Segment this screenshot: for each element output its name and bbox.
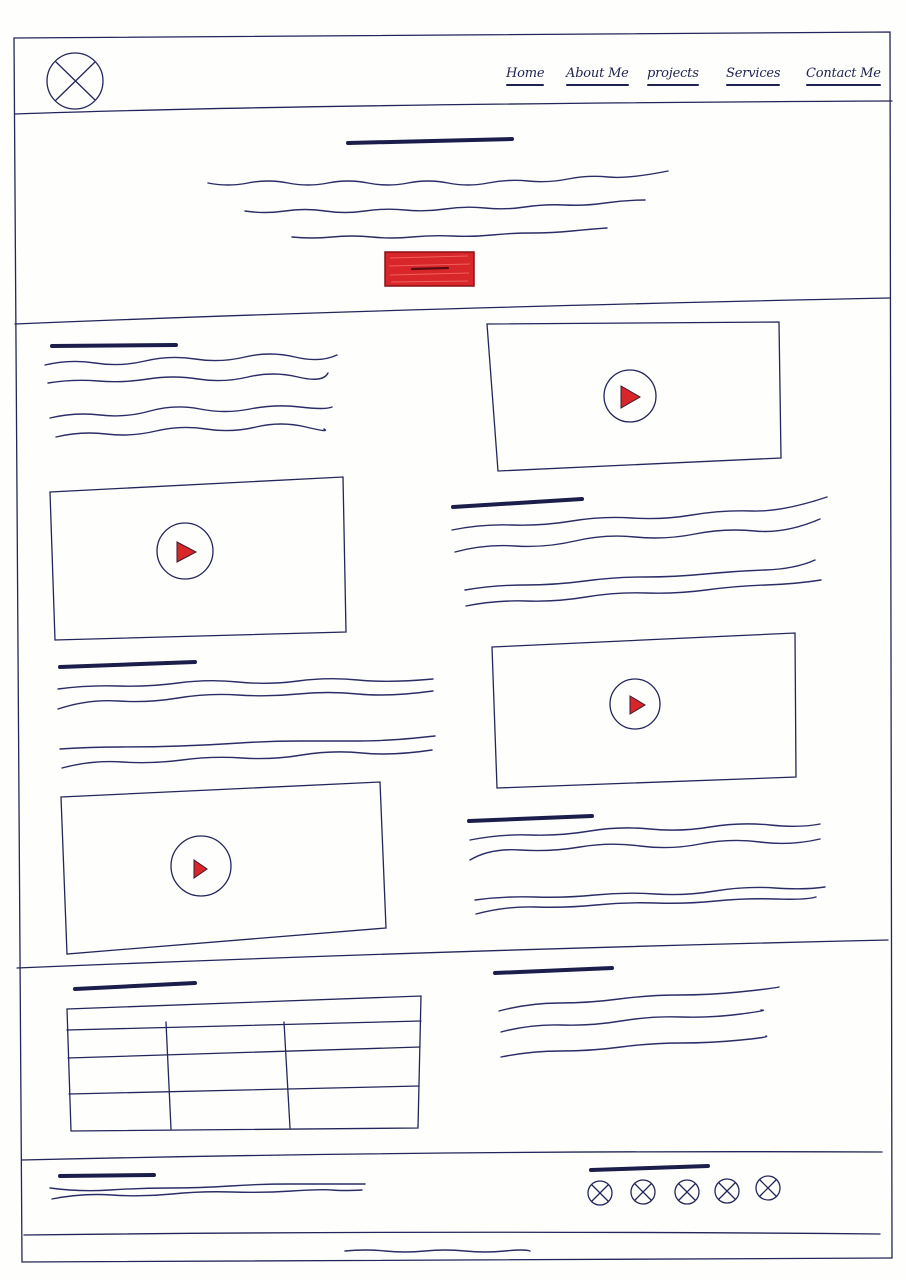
wireframe-page: .ln { stroke: #23265a; stroke-width: 1.3… bbox=[0, 0, 906, 1280]
feature-heading bbox=[58, 660, 197, 669]
logo-placeholder-icon[interactable] bbox=[46, 52, 104, 110]
nav-item-projects[interactable]: projects bbox=[647, 66, 699, 86]
social-placeholder-icon[interactable] bbox=[755, 1175, 781, 1201]
feature-text-line bbox=[49, 405, 333, 419]
footer-heading bbox=[58, 1173, 156, 1178]
social-heading bbox=[589, 1164, 710, 1172]
feature-heading bbox=[451, 497, 584, 509]
feature-text-line bbox=[469, 823, 821, 841]
hero-section bbox=[14, 137, 891, 325]
feature-text-line bbox=[57, 678, 434, 690]
table-block bbox=[66, 981, 422, 1132]
header-divider bbox=[14, 100, 893, 115]
feature-text-line bbox=[465, 579, 822, 607]
nav-item-home[interactable]: Home bbox=[506, 66, 545, 86]
main-nav: Home About Me projects Services Contact … bbox=[500, 62, 890, 92]
feature-text-line bbox=[61, 749, 433, 769]
hero-text-line bbox=[291, 227, 608, 239]
video-placeholder[interactable] bbox=[491, 632, 797, 789]
copyright-line bbox=[344, 1249, 531, 1253]
feature-block bbox=[44, 343, 338, 438]
text-line bbox=[498, 986, 780, 1012]
feature-text-line bbox=[454, 518, 821, 553]
social-placeholder-icon[interactable] bbox=[630, 1179, 656, 1205]
feature-text-line bbox=[474, 886, 826, 901]
footer bbox=[23, 1164, 881, 1253]
video-placeholder[interactable] bbox=[486, 321, 782, 472]
hero-cta-button[interactable] bbox=[384, 251, 475, 287]
text-heading bbox=[493, 966, 614, 975]
play-icon[interactable] bbox=[170, 835, 232, 897]
nav-item-about-me[interactable]: About Me bbox=[566, 66, 629, 86]
hero-divider bbox=[14, 297, 891, 325]
nav-item-services[interactable]: Services bbox=[726, 66, 781, 86]
social-placeholder-icon[interactable] bbox=[587, 1180, 613, 1206]
feature-text-line bbox=[55, 423, 327, 438]
feature-text-line bbox=[44, 353, 338, 366]
feature-text-line bbox=[475, 896, 817, 915]
video-placeholder[interactable] bbox=[49, 476, 347, 641]
text-line bbox=[500, 1009, 765, 1033]
hero-text-line bbox=[244, 199, 646, 214]
data-table[interactable] bbox=[66, 995, 422, 1132]
feature-heading bbox=[467, 814, 594, 823]
feature-block bbox=[451, 496, 828, 607]
hero-text-line bbox=[207, 170, 669, 186]
social-placeholder-icon[interactable] bbox=[674, 1179, 700, 1205]
play-icon[interactable] bbox=[603, 369, 657, 423]
feature-block bbox=[57, 660, 436, 769]
footer-divider bbox=[21, 1151, 883, 1161]
feature-block bbox=[467, 814, 826, 915]
text-line bbox=[500, 1035, 768, 1058]
hero-heading bbox=[346, 137, 514, 145]
social-placeholder-icon[interactable] bbox=[714, 1178, 740, 1204]
wireframe-sketch: .ln { stroke: #23265a; stroke-width: 1.3… bbox=[13, 31, 893, 1263]
play-icon[interactable] bbox=[609, 678, 661, 730]
feature-text-line bbox=[469, 838, 821, 861]
nav-item-contact-me[interactable]: Contact Me bbox=[806, 66, 881, 86]
table-heading bbox=[73, 981, 197, 991]
bottom-bar-divider bbox=[23, 1231, 881, 1236]
feature-heading bbox=[50, 343, 178, 348]
text-block bbox=[493, 966, 780, 1058]
play-icon[interactable] bbox=[156, 522, 214, 580]
feature-text-line bbox=[59, 735, 436, 750]
video-placeholder[interactable] bbox=[60, 781, 387, 955]
section-divider bbox=[16, 939, 889, 969]
feature-text-line bbox=[57, 690, 434, 710]
page-frame bbox=[13, 31, 893, 1263]
feature-text-line bbox=[47, 372, 329, 384]
